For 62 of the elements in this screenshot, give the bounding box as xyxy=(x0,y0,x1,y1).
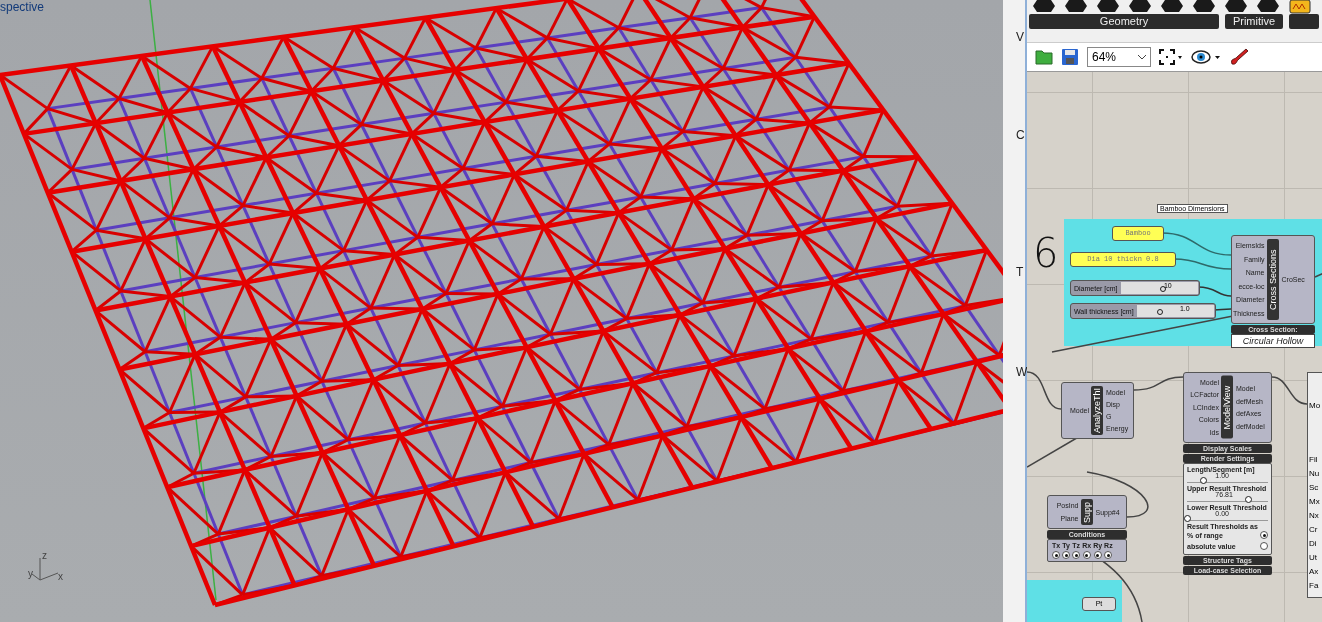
eye-icon[interactable] xyxy=(1191,49,1221,65)
side-label: T xyxy=(1016,265,1024,279)
cross-section-dropdown[interactable]: Circular Hollow xyxy=(1231,334,1315,348)
setting-label: Sc xyxy=(1308,483,1320,492)
wire xyxy=(1133,376,1184,391)
dof-toggle[interactable] xyxy=(1104,551,1113,559)
wire xyxy=(1027,371,1062,410)
input-param[interactable]: Mo xyxy=(1308,401,1322,410)
setting-label: Cr xyxy=(1308,525,1319,534)
axis-label: z xyxy=(42,550,47,561)
side-label: V xyxy=(1016,30,1024,44)
component-title: Cross Sections xyxy=(1266,239,1279,320)
hexagon-icon[interactable] xyxy=(1129,0,1151,12)
brush-icon[interactable] xyxy=(1229,48,1249,66)
hexagon-icon[interactable] xyxy=(1193,0,1215,12)
save-icon[interactable] xyxy=(1061,48,1079,66)
viewport-title[interactable]: spective xyxy=(0,0,45,14)
hexagon-icon[interactable] xyxy=(1161,0,1183,12)
component-node[interactable] xyxy=(1183,372,1272,575)
hexagon-icon[interactable] xyxy=(1257,0,1279,12)
setting-label: Fa xyxy=(1308,581,1320,590)
setting-label: Di xyxy=(1308,539,1318,548)
chevron-icon[interactable] xyxy=(1138,54,1146,60)
wave-icon[interactable] xyxy=(1289,0,1311,14)
dof-toggle[interactable] xyxy=(1093,551,1102,559)
radio-button[interactable] xyxy=(1260,531,1268,539)
component-node[interactable]: Mo Fil Nu Sc Mx Nx Cr Di Ut Ax Fa xyxy=(1307,372,1322,598)
component-title: AnalyzeThI xyxy=(1091,386,1103,436)
zoom-dropdown[interactable]: 64% xyxy=(1087,47,1151,67)
side-label: C xyxy=(1016,128,1025,142)
handwritten-number: 6 xyxy=(1033,230,1059,276)
folder-icon[interactable] xyxy=(1035,49,1053,65)
dof-toggle[interactable] xyxy=(1072,551,1081,559)
hexagon-icon[interactable] xyxy=(1225,0,1247,12)
hexagon-icon[interactable] xyxy=(1065,0,1087,12)
setting-label: Nu xyxy=(1308,469,1321,478)
setting-label: Fil xyxy=(1308,455,1319,464)
dof-toggle[interactable] xyxy=(1082,551,1091,559)
setting-label: Ax xyxy=(1308,567,1320,576)
wire xyxy=(1271,376,1308,405)
radio-button[interactable] xyxy=(1260,542,1268,550)
wire xyxy=(1161,232,1232,256)
setting-label: Ut xyxy=(1308,553,1318,562)
zoom-extents-icon[interactable] xyxy=(1159,49,1183,65)
dof-toggle[interactable] xyxy=(1052,551,1061,559)
setting-label: Mx xyxy=(1308,497,1321,506)
wire xyxy=(1197,286,1232,297)
hexagon-icon[interactable] xyxy=(1033,0,1055,12)
wire xyxy=(1173,258,1232,270)
ribbon-group-tab[interactable]: Geometry xyxy=(1029,14,1219,29)
component-title: Supp xyxy=(1080,499,1093,525)
side-label: W xyxy=(1016,365,1028,379)
wire xyxy=(1314,272,1322,278)
ribbon-group-tab[interactable]: Primitive xyxy=(1225,14,1283,29)
3d-viewport[interactable]: spective z y x xyxy=(0,0,1003,622)
wire xyxy=(1213,308,1232,311)
axis-label: x xyxy=(58,571,63,582)
hexagon-icon[interactable] xyxy=(1097,0,1119,12)
axis-label: y xyxy=(28,568,33,579)
component-title: ModelView xyxy=(1221,376,1233,439)
dof-toggle[interactable] xyxy=(1062,551,1071,559)
setting-label: Nx xyxy=(1308,511,1320,520)
